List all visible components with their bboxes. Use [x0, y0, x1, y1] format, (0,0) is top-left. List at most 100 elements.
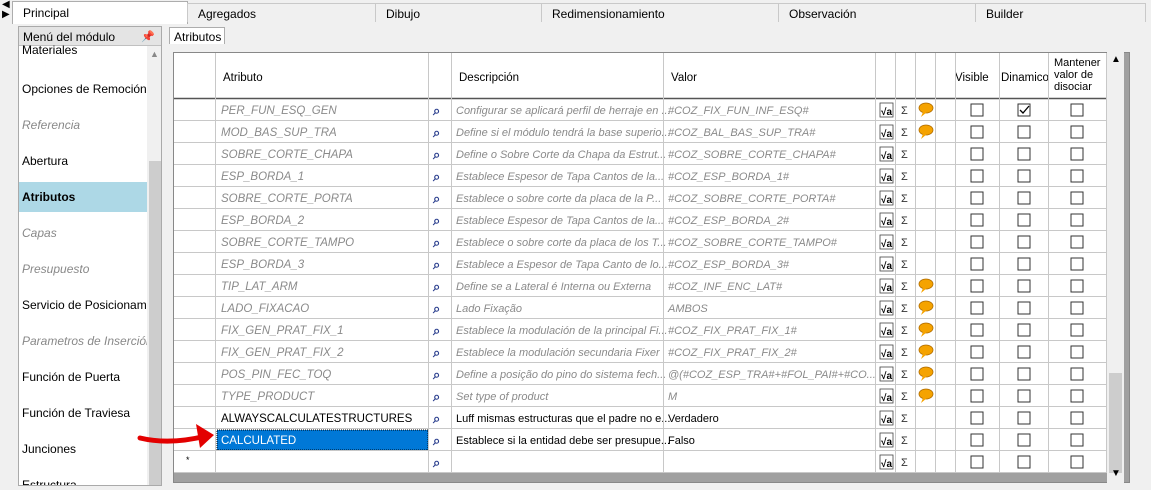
binoculars-icon[interactable]: ⌕ [432, 323, 440, 338]
dinamico-checkbox[interactable] [1017, 213, 1031, 227]
header-descripcion[interactable]: Descripción [459, 72, 519, 84]
visible-checkbox[interactable] [970, 257, 984, 271]
sidebar-item[interactable]: Función de Traviesa [19, 398, 147, 428]
mantener-checkbox[interactable] [1070, 103, 1084, 117]
cell-valor[interactable]: #COZ_FIX_FUN_INF_ESQ# [668, 105, 809, 117]
visible-checkbox[interactable] [970, 411, 984, 425]
sigma-icon[interactable]: Σ [901, 259, 908, 271]
mantener-checkbox[interactable] [1070, 191, 1084, 205]
dinamico-checkbox[interactable] [1017, 367, 1031, 381]
sigma-icon[interactable]: Σ [901, 215, 908, 227]
comment-icon[interactable] [918, 366, 934, 378]
cell-valor[interactable]: Verdadero [668, 413, 719, 425]
cell-valor[interactable]: M [668, 391, 678, 403]
cell-descripcion[interactable]: Lado Fixação [456, 303, 522, 315]
mantener-checkbox[interactable] [1070, 147, 1084, 161]
cell-descripcion[interactable]: Establece a Espesor de Tapa Canto de lo.… [456, 259, 668, 271]
cell-valor[interactable]: #COZ_INF_ENC_LAT# [668, 281, 783, 293]
header-valor[interactable]: Valor [671, 72, 697, 84]
cell-valor[interactable]: #COZ_BAL_BAS_SUP_TRA# [668, 127, 816, 139]
sigma-icon[interactable]: Σ [901, 435, 908, 447]
cell-atributo[interactable]: TYPE_PRODUCT [221, 391, 315, 403]
sidebar-item[interactable]: Materiales [19, 43, 147, 63]
module-menu-scrollbar[interactable]: ▲ [147, 46, 161, 485]
module-menu-scroll-thumb[interactable] [149, 161, 161, 485]
header-mantener-line[interactable]: Mantener [1054, 57, 1101, 69]
mantener-checkbox[interactable] [1070, 279, 1084, 293]
binoculars-icon[interactable]: ⌕ [432, 279, 440, 294]
visible-checkbox[interactable] [970, 191, 984, 205]
visible-checkbox[interactable] [970, 301, 984, 315]
cell-descripcion[interactable]: Establece si la entidad debe ser presupu… [456, 435, 670, 447]
visible-checkbox[interactable] [970, 235, 984, 249]
sidebar-item[interactable]: Estructura [19, 470, 147, 485]
visible-checkbox[interactable] [970, 389, 984, 403]
sigma-icon[interactable]: Σ [901, 369, 908, 381]
cell-descripcion[interactable]: Establece la modulación secundaria Fixer [456, 347, 661, 359]
pin-icon[interactable]: 📌 [141, 30, 155, 43]
dinamico-checkbox[interactable] [1017, 147, 1031, 161]
visible-checkbox[interactable] [970, 279, 984, 293]
sigma-icon[interactable]: Σ [901, 149, 908, 161]
cell-valor[interactable]: #COZ_SOBRE_CORTE_TAMPO# [668, 237, 838, 249]
cell-descripcion[interactable]: Establece la modulación de la principal … [456, 325, 668, 337]
binoculars-icon[interactable]: ⌕ [432, 257, 440, 272]
cell-atributo[interactable]: SOBRE_CORTE_PORTA [221, 193, 353, 205]
sigma-icon[interactable]: Σ [901, 281, 908, 293]
mantener-checkbox[interactable] [1070, 433, 1084, 447]
tab-agregados[interactable]: Agregados [187, 3, 376, 22]
sidebar-item[interactable]: Parametros de Inserción [19, 326, 147, 356]
cell-valor[interactable]: #COZ_FIX_PRAT_FIX_2# [668, 347, 798, 359]
sigma-icon[interactable]: Σ [901, 325, 908, 337]
sigma-icon[interactable]: Σ [901, 193, 908, 205]
cell-atributo[interactable]: ALWAYSCALCULATESTRUCTURES [221, 413, 413, 425]
visible-checkbox[interactable] [970, 367, 984, 381]
binoculars-icon[interactable]: ⌕ [432, 367, 440, 382]
visible-checkbox[interactable] [970, 345, 984, 359]
sidebar-item[interactable]: Atributos [19, 182, 147, 212]
sidebar-item[interactable]: Junciones [19, 434, 147, 464]
binoculars-icon[interactable]: ⌕ [432, 389, 440, 404]
cell-descripcion[interactable]: Configurar se aplicará perfil de herraje… [456, 105, 671, 117]
mantener-checkbox[interactable] [1070, 301, 1084, 315]
binoculars-icon[interactable]: ⌕ [432, 345, 440, 360]
visible-checkbox[interactable] [970, 147, 984, 161]
dinamico-checkbox[interactable] [1017, 235, 1031, 249]
sidebar-item[interactable]: Referencia [19, 110, 147, 140]
cell-valor[interactable]: Falso [668, 435, 695, 447]
visible-checkbox[interactable] [970, 169, 984, 183]
sigma-icon[interactable]: Σ [901, 457, 908, 469]
sigma-icon[interactable]: Σ [901, 127, 908, 139]
mantener-checkbox[interactable] [1070, 235, 1084, 249]
comment-icon[interactable] [918, 278, 934, 290]
cell-atributo[interactable]: POS_PIN_FEC_TOQ [221, 369, 331, 381]
cell-atributo[interactable]: PER_FUN_ESQ_GEN [221, 105, 337, 117]
binoculars-icon[interactable]: ⌕ [432, 235, 440, 250]
cell-descripcion[interactable]: Establece o sobre corte da placa de los … [456, 237, 667, 249]
cell-atributo[interactable]: ESP_BORDA_2 [221, 215, 305, 227]
cell-atributo[interactable]: ESP_BORDA_3 [221, 259, 305, 271]
visible-checkbox[interactable] [970, 125, 984, 139]
sidebar-item[interactable]: Función de Puerta [19, 362, 147, 392]
tab-principal[interactable]: Principal [12, 1, 188, 24]
sidebar-item[interactable]: Abertura [19, 146, 147, 176]
sigma-icon[interactable]: Σ [901, 105, 908, 117]
header-mantener-line[interactable]: valor de [1054, 69, 1093, 81]
binoculars-icon[interactable]: ⌕ [432, 103, 440, 118]
cell-atributo[interactable]: TIP_LAT_ARM [221, 281, 298, 293]
mantener-checkbox[interactable] [1070, 213, 1084, 227]
sidebar-item[interactable]: Opciones de Remoción [19, 74, 147, 104]
sigma-icon[interactable]: Σ [901, 391, 908, 403]
mantener-checkbox[interactable] [1070, 345, 1084, 359]
dinamico-checkbox[interactable] [1017, 389, 1031, 403]
sigma-icon[interactable]: Σ [901, 171, 908, 183]
cell-atributo[interactable]: FIX_GEN_PRAT_FIX_1 [221, 325, 344, 337]
binoculars-icon[interactable]: ⌕ [432, 169, 440, 184]
cell-valor[interactable]: #COZ_SOBRE_CORTE_CHAPA# [668, 149, 837, 161]
tab-builder[interactable]: Builder [975, 3, 1146, 22]
scroll-up-icon[interactable]: ▲ [150, 49, 159, 59]
binoculars-icon[interactable]: ⌕ [432, 147, 440, 162]
cell-descripcion[interactable]: Define se a Lateral é Interna ou Externa [456, 281, 651, 293]
visible-checkbox[interactable] [970, 455, 984, 469]
comment-icon[interactable] [918, 102, 934, 114]
